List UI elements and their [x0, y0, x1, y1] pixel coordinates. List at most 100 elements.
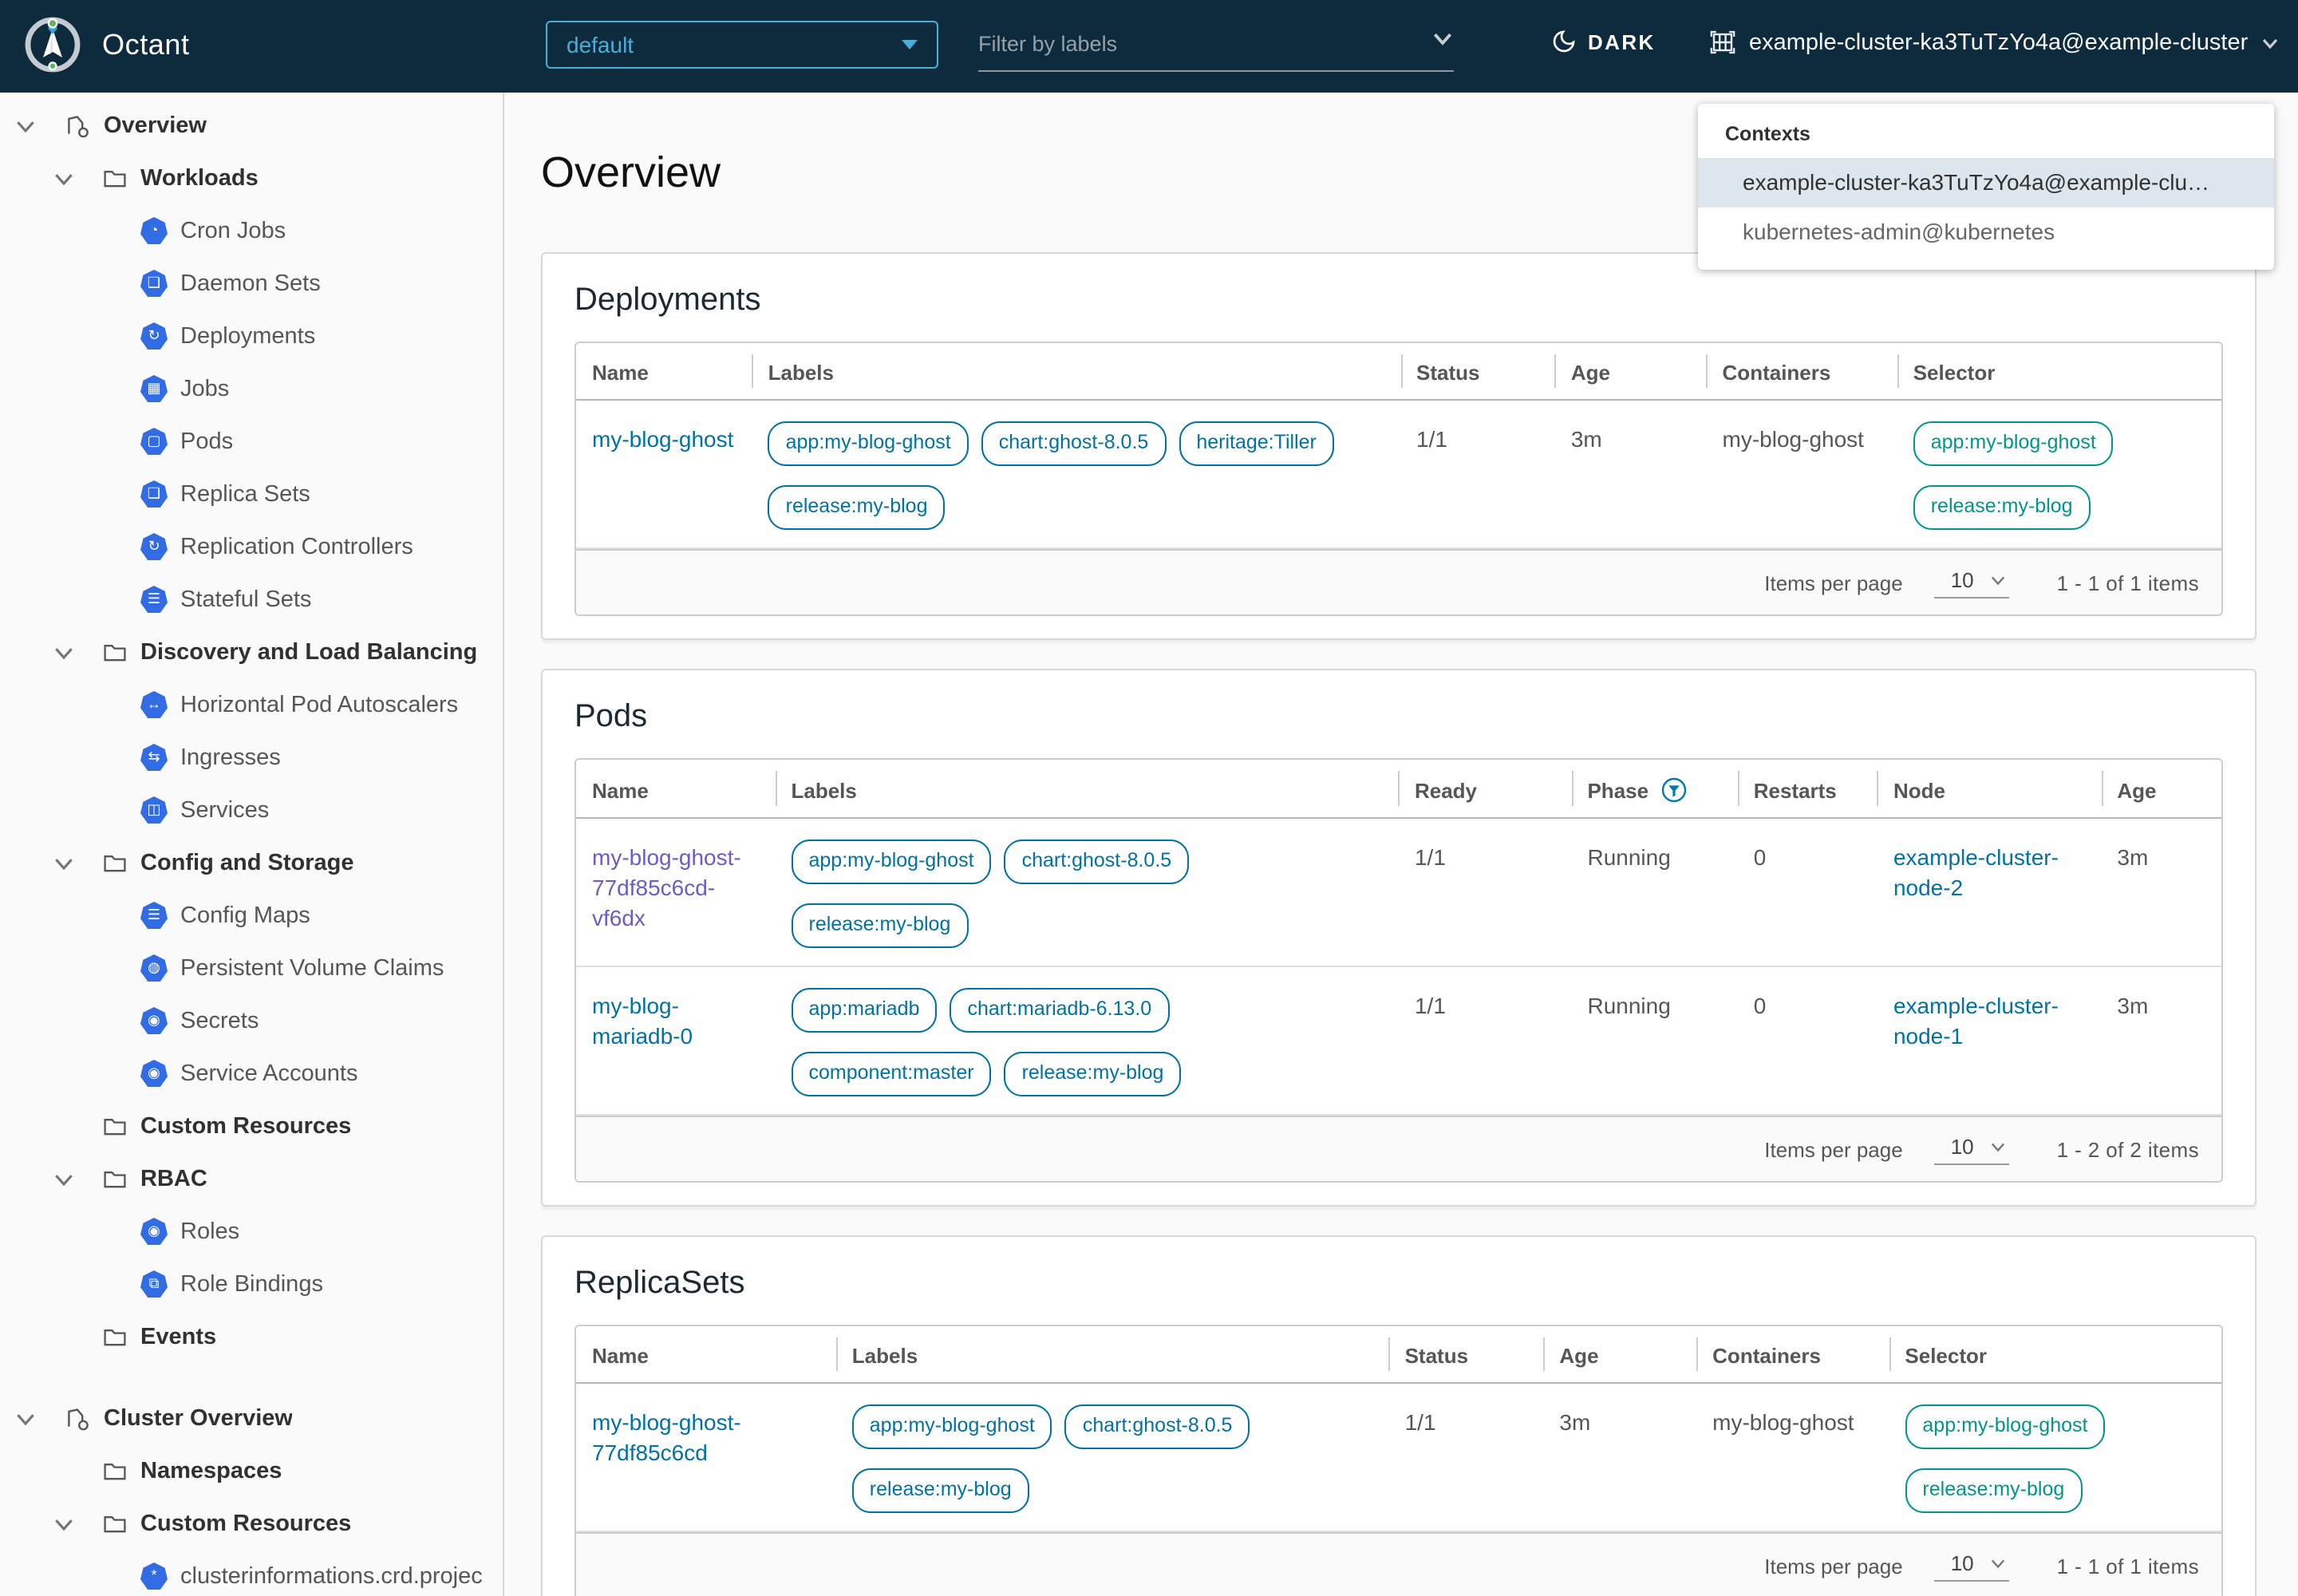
- persistent-volume-claims-icon: ◍: [140, 954, 168, 982]
- sidebar-item-label: Cluster Overview: [104, 1405, 293, 1431]
- items-per-page-select[interactable]: 10: [1935, 1551, 2009, 1581]
- label-chip[interactable]: release:my-blog: [768, 485, 946, 530]
- column-header-restarts: Restarts: [1738, 760, 1877, 817]
- chevron-down-icon: [902, 40, 918, 49]
- card-title: Pods: [574, 699, 2223, 736]
- column-header-phase: Phase: [1571, 760, 1737, 817]
- selector-chip[interactable]: release:my-blog: [1905, 1468, 2082, 1513]
- sidebar-item-replica-sets[interactable]: ❏Replica Sets: [0, 468, 503, 520]
- column-header-label: Age: [2117, 778, 2156, 802]
- label-chip[interactable]: chart:ghost-8.0.5: [981, 421, 1167, 466]
- jobs-icon: ▦: [140, 375, 168, 402]
- theme-toggle[interactable]: DARK: [1551, 29, 1656, 54]
- label-chip[interactable]: chart:ghost-8.0.5: [1065, 1404, 1250, 1449]
- sidebar-item-clusterinformations-crd-projec[interactable]: *clusterinformations.crd.projec: [0, 1550, 503, 1596]
- cluster-icon: [1709, 29, 1736, 56]
- octant-app: Octant default Filter by labels DARK: [0, 0, 2298, 1596]
- phase-cell: Running: [1571, 967, 1737, 1114]
- items-per-page-select[interactable]: 10: [1935, 1134, 2009, 1164]
- column-header-status: Status: [1389, 1326, 1544, 1382]
- label-chip[interactable]: app:my-blog-ghost: [852, 1404, 1052, 1449]
- chevron-down-icon[interactable]: [54, 853, 73, 872]
- sidebar-item-persistent-volume-claims[interactable]: ◍Persistent Volume Claims: [0, 942, 503, 994]
- sidebar-item-custom-resources[interactable]: Custom Resources: [0, 1497, 503, 1550]
- sidebar-item-overview[interactable]: Overview: [0, 99, 503, 152]
- name-link[interactable]: my-blog-ghost-77df85c6cd-vf6dx: [592, 844, 741, 930]
- age-cell: 3m: [1555, 401, 1707, 547]
- sidebar-item-service-accounts[interactable]: ◉Service Accounts: [0, 1047, 503, 1100]
- label-chip[interactable]: heritage:Tiller: [1179, 421, 1334, 466]
- label-filter-input[interactable]: Filter by labels: [978, 29, 1454, 72]
- sidebar-item-cron-jobs[interactable]: ◔Cron Jobs: [0, 204, 503, 257]
- sidebar-item-rbac[interactable]: RBAC: [0, 1152, 503, 1205]
- config-maps-icon: ☰: [140, 902, 168, 929]
- chevron-down-icon[interactable]: [54, 642, 73, 662]
- sidebar-item-services[interactable]: ◫Services: [0, 784, 503, 836]
- sidebar-item-cluster-overview[interactable]: Cluster Overview: [0, 1392, 503, 1444]
- filter-icon[interactable]: [1661, 777, 1687, 803]
- chevron-down-icon[interactable]: [54, 168, 73, 188]
- namespace-select[interactable]: default: [546, 21, 938, 69]
- label-chip[interactable]: release:my-blog: [852, 1468, 1029, 1513]
- node-link[interactable]: example-cluster-node-1: [1893, 993, 2059, 1049]
- sidebar-item-config-and-storage[interactable]: Config and Storage: [0, 836, 503, 889]
- sidebar-item-daemon-sets[interactable]: ❏Daemon Sets: [0, 257, 503, 310]
- label-chip[interactable]: release:my-blog: [792, 903, 969, 948]
- chevron-down-icon[interactable]: [16, 116, 35, 135]
- context-menu-item-selected[interactable]: example-cluster-ka3TuTzYo4a@example-clu…: [1698, 158, 2274, 207]
- label-chip[interactable]: app:my-blog-ghost: [768, 421, 969, 466]
- column-header-selector: Selector: [1897, 343, 2221, 399]
- selector-chip[interactable]: app:my-blog-ghost: [1905, 1404, 2105, 1449]
- card-title: ReplicaSets: [574, 1266, 2223, 1302]
- name-link[interactable]: my-blog-mariadb-0: [592, 993, 693, 1049]
- sidebar-item-pods[interactable]: ▢Pods: [0, 415, 503, 468]
- column-header-label: Restarts: [1754, 778, 1837, 802]
- sidebar-item-role-bindings[interactable]: ⧉Role Bindings: [0, 1258, 503, 1310]
- chevron-down-icon[interactable]: [54, 1514, 73, 1533]
- folder-icon: [102, 1167, 128, 1191]
- sidebar-item-namespaces[interactable]: Namespaces: [0, 1444, 503, 1497]
- label-chip[interactable]: chart:mariadb-6.13.0: [950, 988, 1170, 1033]
- sidebar-item-label: Replication Controllers: [180, 534, 413, 559]
- column-header-label: Labels: [768, 361, 834, 385]
- label-chip[interactable]: component:master: [792, 1052, 992, 1096]
- name-cell: my-blog-ghost: [576, 401, 752, 547]
- column-header-label: Age: [1571, 361, 1610, 385]
- sidebar-item-secrets[interactable]: ◉Secrets: [0, 994, 503, 1047]
- column-header-label: Name: [592, 1344, 649, 1368]
- sidebar-item-jobs[interactable]: ▦Jobs: [0, 362, 503, 415]
- folder-icon: [102, 1325, 128, 1349]
- label-chip[interactable]: app:my-blog-ghost: [792, 839, 992, 884]
- sidebar-item-ingresses[interactable]: ⇆Ingresses: [0, 731, 503, 784]
- sidebar-item-deployments[interactable]: ↻Deployments: [0, 310, 503, 362]
- context-menu-item[interactable]: kubernetes-admin@kubernetes: [1698, 207, 2274, 257]
- sidebar-item-roles[interactable]: ◉Roles: [0, 1205, 503, 1258]
- sidebar-item-horizontal-pod-autoscalers[interactable]: ↔Horizontal Pod Autoscalers: [0, 678, 503, 731]
- node-link[interactable]: example-cluster-node-2: [1893, 844, 2059, 900]
- selector-chip[interactable]: release:my-blog: [1913, 485, 2091, 530]
- items-per-page-select[interactable]: 10: [1935, 567, 2009, 598]
- label-chip[interactable]: release:my-blog: [1005, 1052, 1182, 1096]
- label-chip[interactable]: app:mariadb: [792, 988, 938, 1033]
- name-link[interactable]: my-blog-ghost: [592, 426, 733, 452]
- chevron-down-icon[interactable]: [16, 1408, 35, 1428]
- sidebar-item-events[interactable]: Events: [0, 1310, 503, 1363]
- label-chip[interactable]: chart:ghost-8.0.5: [1005, 839, 1190, 884]
- contexts-menu: Contexts example-cluster-ka3TuTzYo4a@exa…: [1698, 104, 2274, 270]
- sidebar-item-discovery-and-load-balancing[interactable]: Discovery and Load Balancing: [0, 626, 503, 678]
- sidebar-item-stateful-sets[interactable]: ☰Stateful Sets: [0, 573, 503, 626]
- sidebar-item-workloads[interactable]: Workloads: [0, 152, 503, 204]
- sidebar-item-label: clusterinformations.crd.projec: [180, 1563, 483, 1589]
- sidebar-item-label: Config Maps: [180, 903, 310, 928]
- context-selector[interactable]: example-cluster-ka3TuTzYo4a@example-clus…: [1709, 29, 2278, 56]
- items-per-page-value: 10: [1951, 1551, 1974, 1574]
- sidebar-item-config-maps[interactable]: ☰ Config Maps: [0, 889, 503, 942]
- name-link[interactable]: my-blog-ghost-77df85c6cd: [592, 1409, 741, 1465]
- sidebar-item-replication-controllers[interactable]: ↻Replication Controllers: [0, 520, 503, 573]
- column-header-label: Labels: [852, 1344, 918, 1368]
- sidebar-item-label: Stateful Sets: [180, 587, 311, 612]
- selector-chip[interactable]: app:my-blog-ghost: [1913, 421, 2114, 466]
- theme-toggle-label: DARK: [1588, 30, 1656, 53]
- chevron-down-icon[interactable]: [54, 1169, 73, 1188]
- sidebar-item-custom-resources[interactable]: Custom Resources: [0, 1100, 503, 1152]
